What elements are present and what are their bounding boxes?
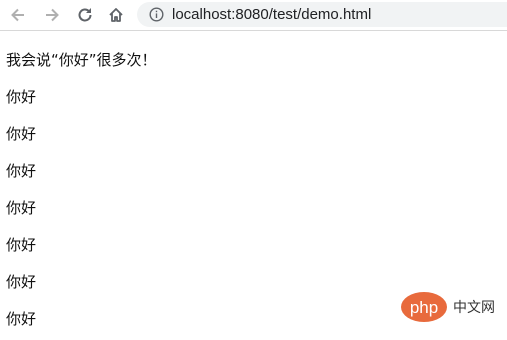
address-bar[interactable]: localhost:8080/test/demo.html bbox=[137, 2, 507, 27]
greeting-line: 你好 bbox=[6, 273, 37, 291]
back-button[interactable] bbox=[6, 3, 30, 27]
browser-toolbar: localhost:8080/test/demo.html bbox=[0, 0, 507, 31]
greeting-line: 你好 bbox=[6, 125, 37, 143]
greeting-line: 你好 bbox=[6, 236, 37, 254]
watermark-label: 中文网 bbox=[453, 300, 495, 316]
home-icon bbox=[107, 6, 125, 24]
reload-button[interactable] bbox=[73, 3, 97, 27]
greeting-line: 你好 bbox=[6, 199, 37, 217]
info-icon[interactable] bbox=[149, 7, 164, 26]
greeting-line: 你好 bbox=[6, 162, 37, 180]
php-logo: php bbox=[401, 292, 447, 322]
url-text[interactable]: localhost:8080/test/demo.html bbox=[172, 2, 371, 27]
home-button[interactable] bbox=[104, 3, 128, 27]
page-heading: 我会说“你好”很多次！ bbox=[6, 51, 157, 69]
greeting-line: 你好 bbox=[6, 310, 37, 328]
greeting-line: 你好 bbox=[6, 88, 37, 106]
reload-icon bbox=[76, 6, 94, 24]
back-arrow-icon bbox=[9, 6, 27, 24]
forward-arrow-icon bbox=[43, 6, 61, 24]
site-watermark: php 中文网 bbox=[401, 290, 495, 324]
forward-button[interactable] bbox=[40, 3, 64, 27]
